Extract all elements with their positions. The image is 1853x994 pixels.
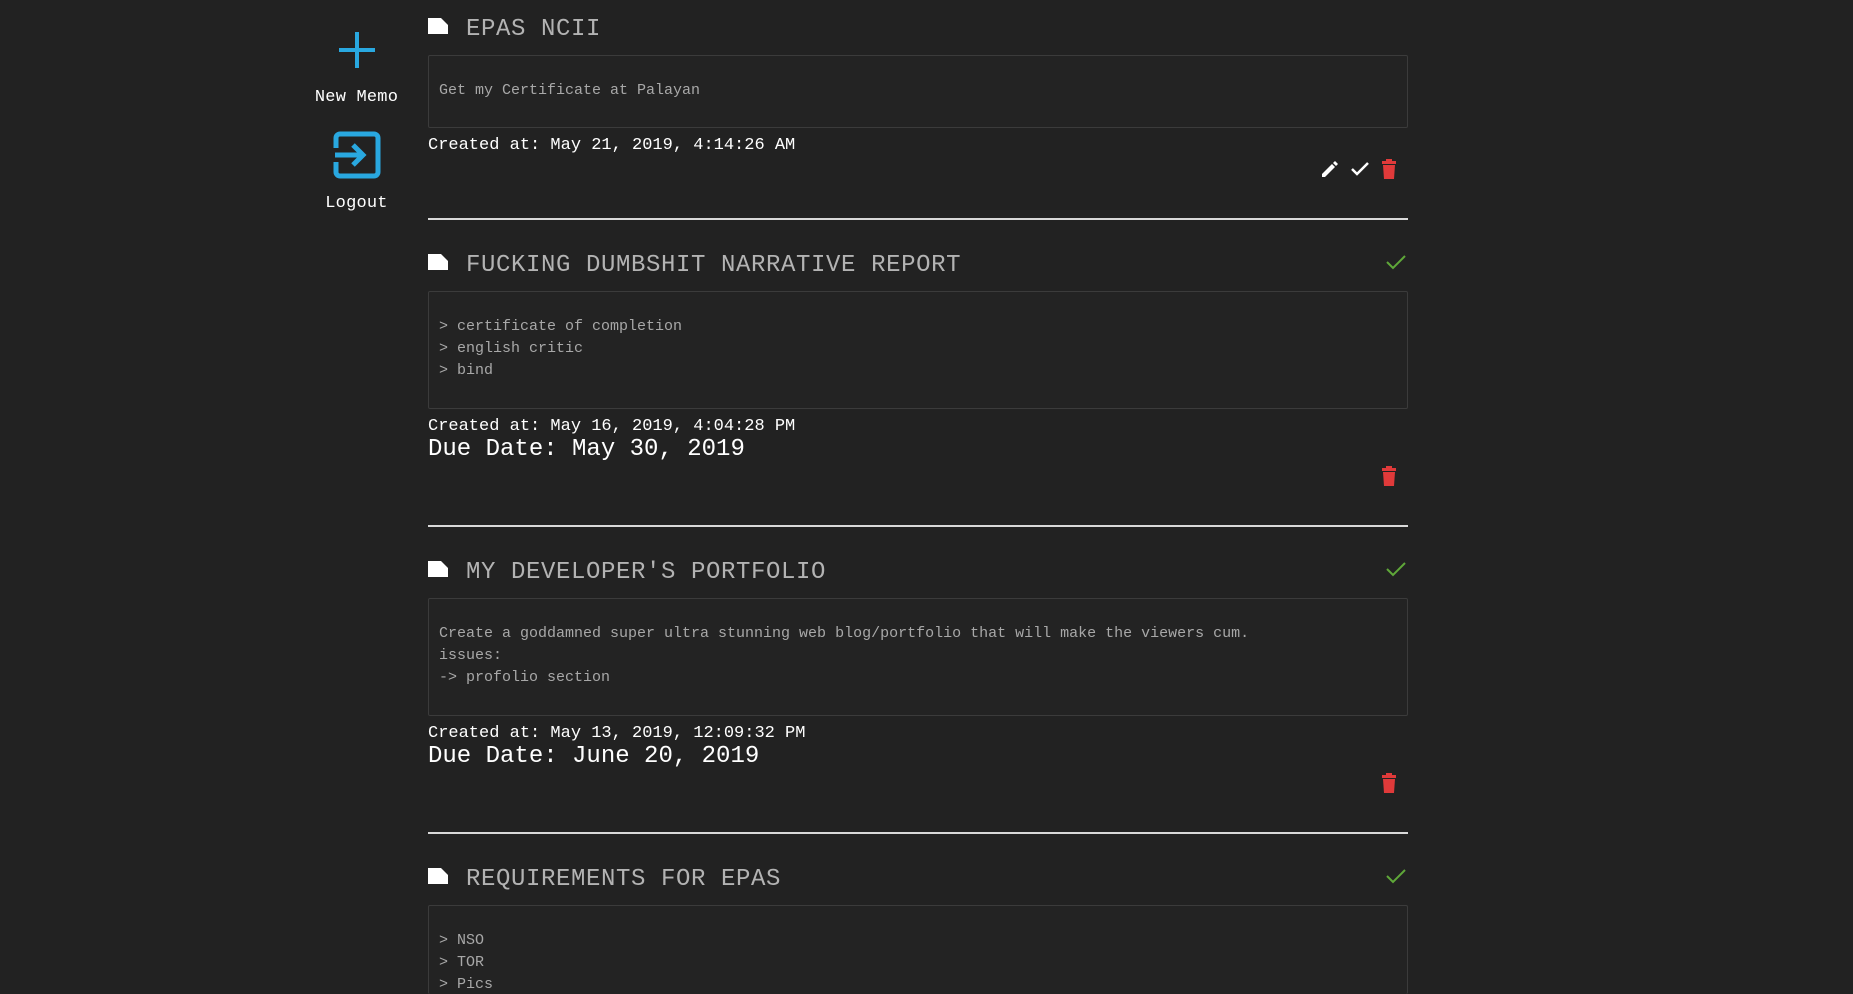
- memo-divider: [428, 525, 1408, 527]
- plus-icon: [337, 22, 377, 78]
- completed-check-icon[interactable]: [1386, 254, 1406, 275]
- logout-button[interactable]: Logout: [300, 127, 413, 213]
- memo-actions: [1320, 159, 1398, 179]
- memo-title: FUCKING DUMBSHIT NARRATIVE REPORT: [466, 252, 962, 279]
- memo-body: Get my Certificate at Palayan: [428, 55, 1408, 128]
- memo-header: REQUIREMENTS FOR EPAS: [428, 850, 1408, 893]
- memo-card: REQUIREMENTS FOR EPAS > NSO > TOR > Pics: [428, 850, 1408, 994]
- delete-trash-icon[interactable]: [1380, 466, 1398, 486]
- new-memo-button[interactable]: New Memo: [300, 22, 413, 107]
- delete-trash-icon[interactable]: [1380, 773, 1398, 793]
- memo-actions: [1380, 773, 1398, 793]
- logout-icon: [332, 127, 381, 183]
- tag-icon: [428, 868, 448, 889]
- memo-title: MY DEVELOPER'S PORTFOLIO: [466, 559, 827, 586]
- memo-divider: [428, 218, 1408, 220]
- memo-due-date: Due Date: May 30, 2019: [428, 436, 745, 463]
- memo-created-at: Created at: May 21, 2019, 4:14:26 AM: [428, 136, 796, 155]
- logout-label: Logout: [325, 194, 388, 213]
- memo-divider: [428, 832, 1408, 834]
- memo-created-at: Created at: May 13, 2019, 12:09:32 PM: [428, 724, 806, 743]
- delete-trash-icon[interactable]: [1380, 159, 1398, 179]
- edit-pencil-icon[interactable]: [1320, 159, 1340, 179]
- memo-card: MY DEVELOPER'S PORTFOLIO Create a goddam…: [428, 543, 1408, 834]
- memo-body: > certificate of completion > english cr…: [428, 291, 1408, 409]
- memo-body: > NSO > TOR > Pics: [428, 905, 1408, 994]
- memo-actions: [1380, 466, 1398, 486]
- memo-header: MY DEVELOPER'S PORTFOLIO: [428, 543, 1408, 586]
- memo-title: EPAS NCII: [466, 16, 602, 43]
- tag-icon: [428, 561, 448, 582]
- tag-icon: [428, 254, 448, 275]
- tag-icon: [428, 18, 448, 39]
- memo-due-date: Due Date: June 20, 2019: [428, 743, 760, 770]
- memo-card: FUCKING DUMBSHIT NARRATIVE REPORT > cert…: [428, 236, 1408, 527]
- completed-check-icon[interactable]: [1386, 561, 1406, 582]
- new-memo-label: New Memo: [314, 88, 399, 107]
- completed-check-icon[interactable]: [1386, 868, 1406, 889]
- memo-card: EPAS NCII Get my Certificate at Palayan …: [428, 0, 1408, 220]
- memo-body: Create a goddamned super ultra stunning …: [428, 598, 1408, 716]
- memo-title: REQUIREMENTS FOR EPAS: [466, 866, 782, 893]
- memo-header: EPAS NCII: [428, 0, 1408, 43]
- memo-header: FUCKING DUMBSHIT NARRATIVE REPORT: [428, 236, 1408, 279]
- mark-done-check-icon[interactable]: [1350, 159, 1370, 179]
- memo-created-at: Created at: May 16, 2019, 4:04:28 PM: [428, 417, 796, 436]
